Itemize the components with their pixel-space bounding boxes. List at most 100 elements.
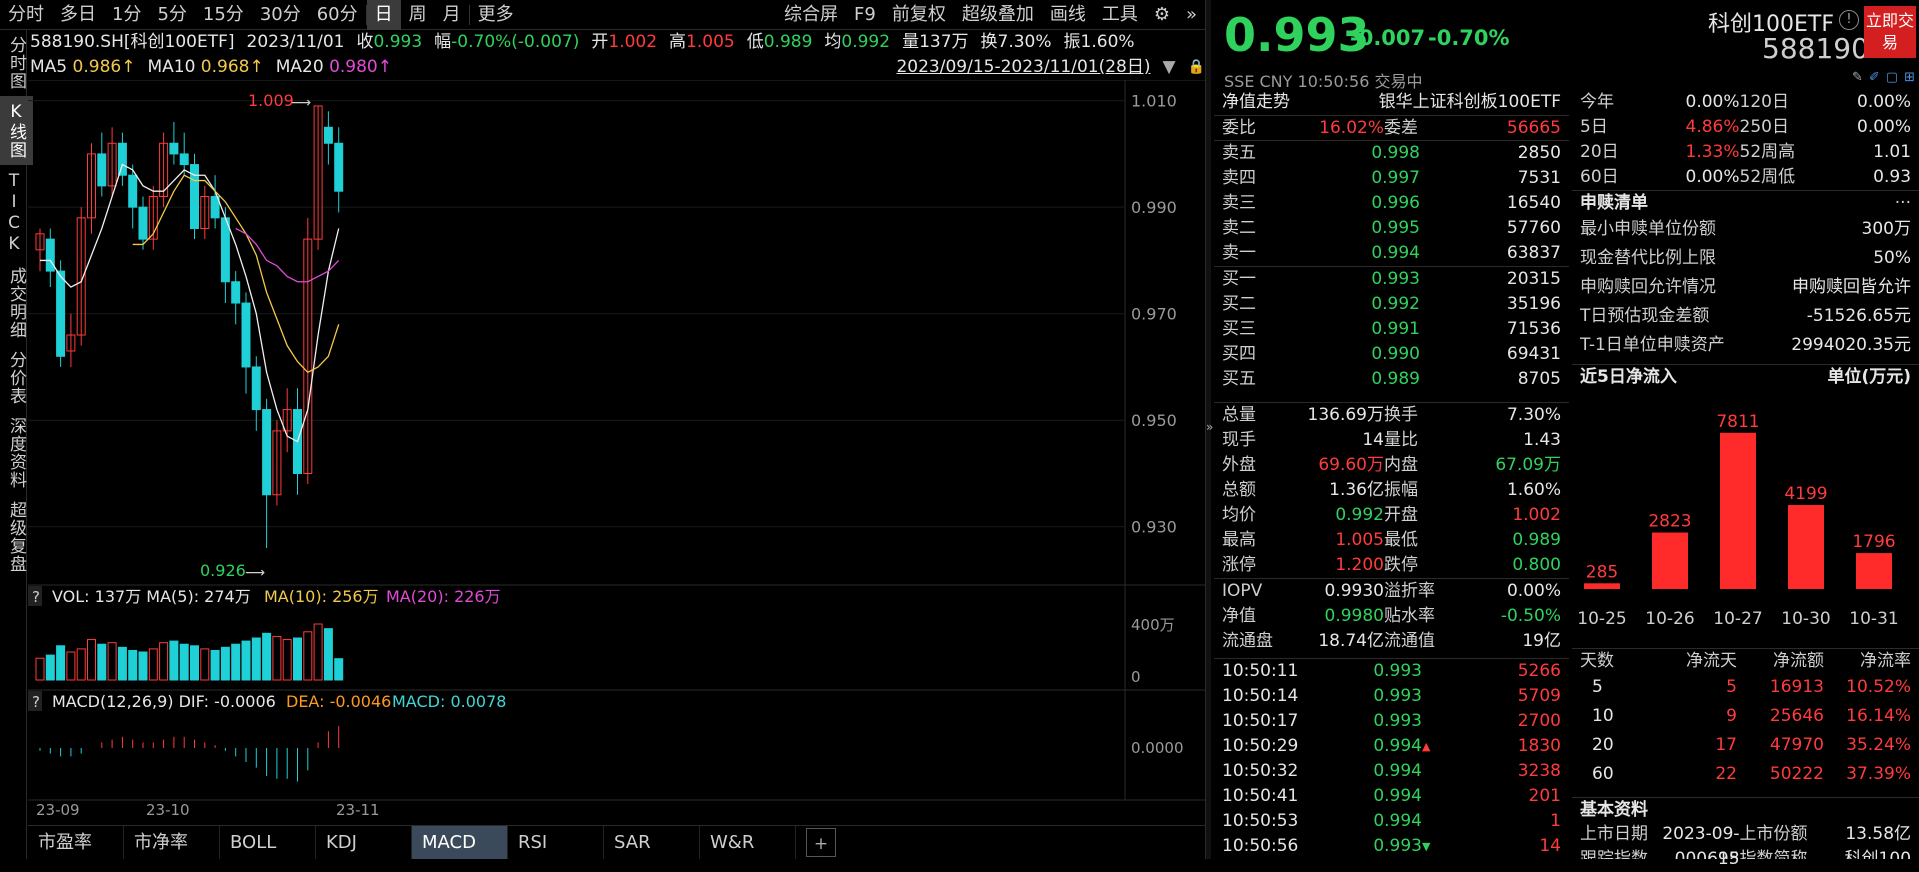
amplitude-label: 振 (1063, 32, 1081, 52)
period-tab[interactable]: 周 (401, 0, 435, 30)
indicator-tab[interactable]: W&R (700, 826, 796, 859)
tool-button[interactable]: 工具 (1094, 0, 1146, 30)
tool-button[interactable]: 综合屏 (776, 0, 846, 30)
stat-row: 最高 1.005 最低 0.989 (1214, 528, 1569, 553)
indicator-tab[interactable]: KDJ (316, 826, 412, 859)
perf-value: 1.33% (1685, 142, 1740, 162)
volume-bar (56, 645, 66, 681)
nav-title[interactable]: 净值走势 (1222, 90, 1332, 115)
tick-list[interactable]: 10:50:11 0.993 5266 10:50:14 0.993 5709 10:50:… (1214, 658, 1569, 859)
settings-icon[interactable]: ✎ (1852, 70, 1863, 85)
weicha-value: 56665 (1506, 118, 1561, 138)
stat-row: 外盘 69.60万 内盘 67.09万 (1214, 453, 1569, 478)
high-label: 高 (669, 32, 687, 52)
stat-label: 最高 (1222, 530, 1256, 550)
inflow-cell: 5 (1726, 677, 1737, 697)
trade-now-button[interactable]: 立即交易 (1864, 6, 1916, 58)
stat-label: 最低 (1384, 530, 1418, 550)
period-tab[interactable]: 更多 (470, 0, 522, 30)
etf-value: 0.9980 (1324, 606, 1384, 626)
vol-label: 量 (902, 32, 920, 52)
expand-icon[interactable]: » (1178, 0, 1205, 30)
stat-label: 总额 (1222, 480, 1256, 500)
tick-price: 0.993 (1373, 711, 1422, 731)
basic-label: 上市日期 (1580, 824, 1648, 844)
kline-chart-area[interactable]: 1.010 0.990 0.970 0.950 0.930 1.009 ⟶ 0.926 … (28, 79, 1205, 820)
redeem-more-icon[interactable]: ··· (1779, 191, 1911, 215)
vol-help-icon[interactable]: ? (32, 588, 40, 606)
period-tab[interactable]: 15分 (195, 0, 252, 30)
inflow-bar (1788, 505, 1824, 589)
redeem-value: 50% (1873, 248, 1911, 268)
candle-body (323, 126, 333, 144)
macd-help-icon[interactable]: ? (32, 693, 40, 711)
lock-icon[interactable]: 🔒 (1188, 55, 1205, 80)
gear-icon[interactable]: ⚙ (1146, 0, 1178, 30)
side-tab[interactable]: TICK (0, 165, 28, 261)
tick-spacer (1422, 784, 1444, 809)
candle-body (56, 270, 66, 357)
period-tab[interactable]: 5分 (149, 0, 194, 30)
stat-label: 总量 (1222, 405, 1256, 425)
last-price: 0.993 (1224, 8, 1370, 62)
ma20-line (235, 227, 340, 283)
etf-label: IOPV (1222, 581, 1263, 601)
tool-button[interactable]: 画线 (1042, 0, 1094, 30)
perf-value: 0.00% (1857, 117, 1912, 137)
period-tab[interactable]: 30分 (252, 0, 309, 30)
inflow-cell: 50222 (1769, 764, 1824, 784)
period-tab[interactable]: 日 (366, 0, 401, 30)
basic-value: 2023-09-15 (1662, 824, 1740, 869)
square-icon[interactable]: ▢ (1886, 70, 1898, 85)
etf-value: 0.00% (1506, 581, 1561, 601)
volume-bar (148, 648, 158, 681)
indicator-tab[interactable]: RSI (508, 826, 604, 859)
indicator-tab[interactable]: 市盈率 (28, 826, 124, 859)
redeem-label: 申购赎回允许情况 (1580, 277, 1716, 297)
indicator-tab[interactable]: MACD (412, 826, 508, 859)
period-range[interactable]: 2023/09/15-2023/11/01(28日) (896, 55, 1150, 80)
tick-row: 10:50:14 0.993 5709 (1214, 684, 1569, 709)
period-tab[interactable]: 60分 (309, 0, 366, 30)
kline-svg[interactable]: 1.0100.9900.9700.9500.930 1.009 ⟶ 0.926 … (28, 79, 1205, 820)
stat-value: 67.09万 (1495, 455, 1561, 475)
add-indicator-icon[interactable]: + (806, 828, 836, 857)
period-tab[interactable]: 月 (435, 0, 469, 30)
vol-value: 137万 (919, 32, 969, 52)
redeem-value: -51526.65元 (1806, 306, 1911, 326)
indicator-tab[interactable]: BOLL (220, 826, 316, 859)
inflow-table-head: 天数 净流天 净流额 净流率 (1572, 648, 1919, 673)
ask-row: 卖五 0.998 2850 (1214, 141, 1569, 166)
period-tab[interactable]: 多日 (52, 0, 104, 30)
low-arrow-icon: ⟶ (245, 565, 265, 581)
panel-divider[interactable]: » (1205, 0, 1213, 859)
period-tab[interactable]: 1分 (104, 0, 149, 30)
bid-row: 买二 0.992 35196 (1214, 292, 1569, 317)
redeem-label: T-1日单位申赎资产 (1580, 335, 1725, 355)
period-dropdown-icon[interactable]: ▼ (1162, 55, 1175, 80)
tick-price: 0.994 (1373, 736, 1422, 756)
bid-price: 0.991 (1371, 319, 1420, 339)
tool-button[interactable]: 前复权 (884, 0, 954, 30)
vol-ma10: MA(10): 256万 (264, 587, 379, 606)
stat-row: 现手 14 量比 1.43 (1214, 428, 1569, 453)
indicator-tab[interactable]: SAR (604, 826, 700, 859)
perf-label: 20日 (1580, 142, 1619, 162)
high-annotation: 1.009 (248, 91, 294, 110)
tool-button[interactable]: F9 (846, 0, 884, 30)
period-tab[interactable]: 分时 (0, 0, 52, 30)
stat-label: 开盘 (1384, 505, 1418, 525)
tick-row: 10:50:29 0.994 ▲ 1830 (1214, 734, 1569, 759)
ask-label: 卖四 (1222, 168, 1256, 188)
volume-bar (159, 642, 169, 681)
add-icon[interactable]: ⊞ (1904, 70, 1915, 85)
tick-spacer (1422, 759, 1444, 784)
edit-icon[interactable]: ✐ (1869, 70, 1880, 85)
ask-price: 0.996 (1371, 193, 1420, 213)
tool-button[interactable]: 超级叠加 (954, 0, 1042, 30)
inflow-col-head: 净流率 (1860, 651, 1911, 671)
indicator-tab[interactable]: 市净率 (124, 826, 220, 859)
bid-row: 买一 0.993 20315 (1214, 267, 1569, 292)
stat-value: 1.005 (1335, 530, 1384, 550)
info-icon[interactable]: ! (1839, 10, 1859, 30)
